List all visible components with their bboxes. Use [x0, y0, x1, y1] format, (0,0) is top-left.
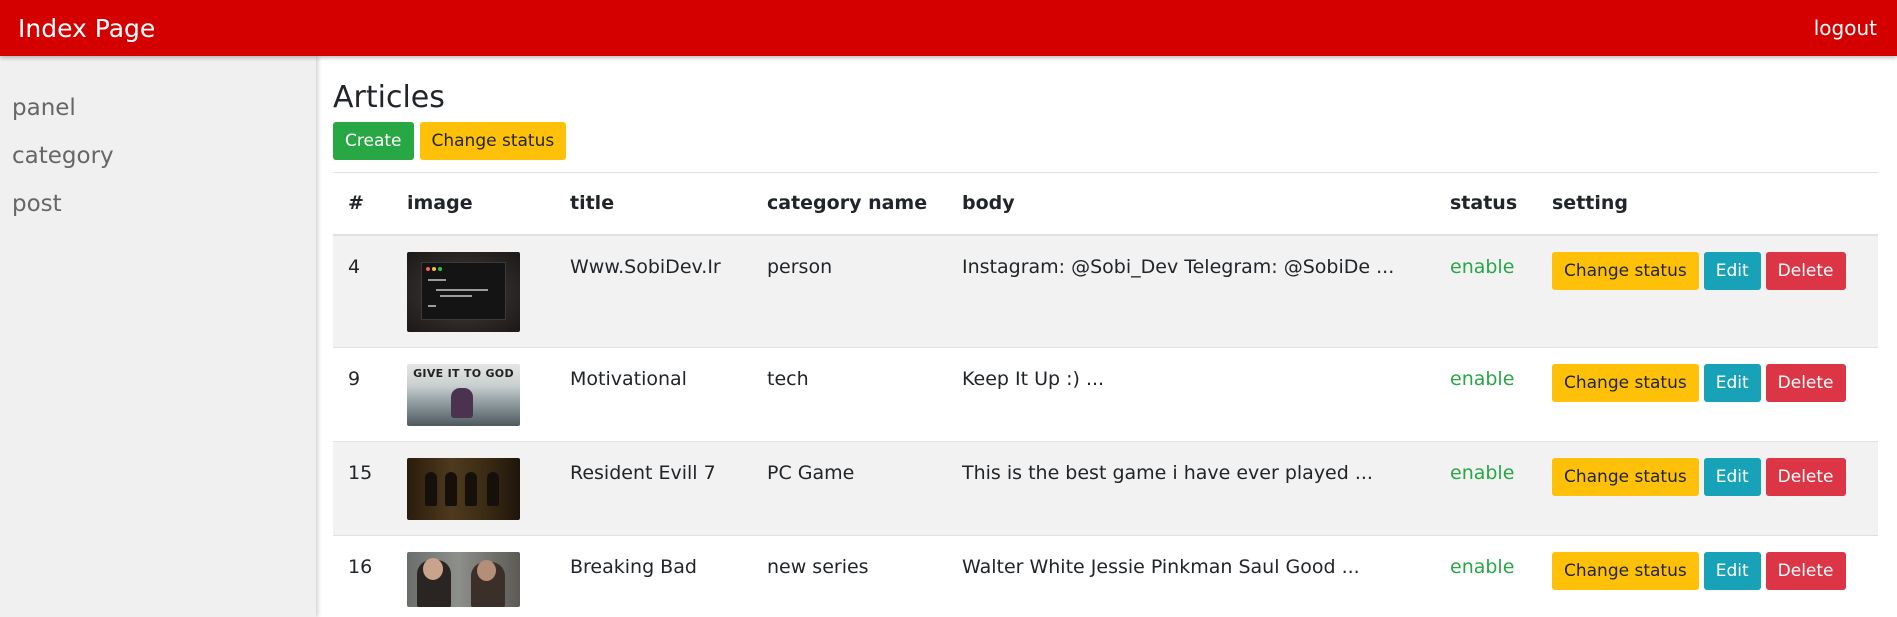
row-body: This is the best game i have ever played… [962, 462, 1373, 484]
sidebar-item-post[interactable]: post [0, 180, 316, 228]
sidebar-item-panel[interactable]: panel [0, 84, 316, 132]
row-change-status-button[interactable]: Change status [1552, 552, 1699, 590]
row-title: Motivational [570, 368, 687, 390]
row-body: Keep It Up :) ... [962, 368, 1105, 390]
row-status: enable [1450, 556, 1515, 578]
sidebar: panel category post [0, 56, 316, 617]
row-id: 15 [348, 462, 373, 484]
row-change-status-button[interactable]: Change status [1552, 364, 1699, 402]
row-title: Breaking Bad [570, 556, 697, 578]
sidebar-item-category[interactable]: category [0, 132, 316, 180]
table-row: 9 GIVE IT TO GOD Motivational tech Keep … [333, 347, 1878, 442]
table-row: 4 Www.SobiDev.Ir person Instagram: @Sobi… [333, 234, 1878, 348]
row-delete-button[interactable]: Delete [1765, 251, 1846, 290]
row-title: Www.SobiDev.Ir [570, 255, 721, 278]
row-status: enable [1450, 462, 1515, 484]
main-content: Articles Create Change status # image ti… [333, 56, 1878, 616]
row-status: enable [1450, 368, 1515, 390]
row-body: Walter White Jessie Pinkman Saul Good ..… [962, 556, 1360, 578]
row-id: 16 [348, 556, 373, 578]
table-header-row: # image title category name body status … [333, 172, 1878, 235]
row-edit-button[interactable]: Edit [1703, 458, 1761, 496]
thumbnail-caption: GIVE IT TO GOD [413, 367, 514, 380]
row-change-status-button[interactable]: Change status [1552, 251, 1699, 290]
column-header-setting: setting [1552, 192, 1628, 215]
row-category: person [767, 255, 833, 278]
page-title: Articles [333, 80, 445, 115]
row-category: tech [767, 368, 809, 390]
row-delete-button[interactable]: Delete [1765, 458, 1846, 496]
row-status: enable [1450, 255, 1515, 278]
row-id: 9 [348, 368, 361, 390]
article-thumbnail [407, 458, 520, 520]
brand-title[interactable]: Index Page [18, 14, 155, 43]
logout-link[interactable]: logout [1814, 16, 1877, 40]
change-status-button[interactable]: Change status [419, 122, 567, 160]
column-header-status: status [1450, 192, 1518, 215]
row-category: new series [767, 556, 869, 578]
article-thumbnail: GIVE IT TO GOD [407, 364, 520, 426]
column-header-id: # [348, 192, 364, 215]
column-header-title: title [570, 192, 615, 215]
row-title: Resident Evill 7 [570, 462, 716, 484]
page-actions: Create Change status [333, 122, 1878, 160]
row-edit-button[interactable]: Edit [1703, 552, 1761, 590]
table-row: 16 Breaking Bad new series Walter White … [333, 535, 1878, 616]
column-header-body: body [962, 192, 1015, 215]
article-thumbnail [407, 552, 520, 607]
create-button[interactable]: Create [333, 122, 414, 160]
articles-table: # image title category name body status … [333, 172, 1878, 616]
row-delete-button[interactable]: Delete [1765, 552, 1846, 590]
row-change-status-button[interactable]: Change status [1552, 458, 1699, 496]
top-navbar: Index Page logout [0, 0, 1897, 56]
row-category: PC Game [767, 462, 855, 484]
article-thumbnail [407, 251, 520, 332]
table-row: 15 Resident Evill 7 PC Game This is the … [333, 441, 1878, 536]
row-delete-button[interactable]: Delete [1765, 364, 1846, 402]
row-edit-button[interactable]: Edit [1703, 251, 1761, 290]
column-header-category: category name [767, 192, 928, 215]
column-header-image: image [407, 192, 473, 215]
row-body: Instagram: @Sobi_Dev Telegram: @SobiDe .… [962, 255, 1395, 278]
row-id: 4 [348, 255, 361, 278]
row-edit-button[interactable]: Edit [1703, 364, 1761, 402]
